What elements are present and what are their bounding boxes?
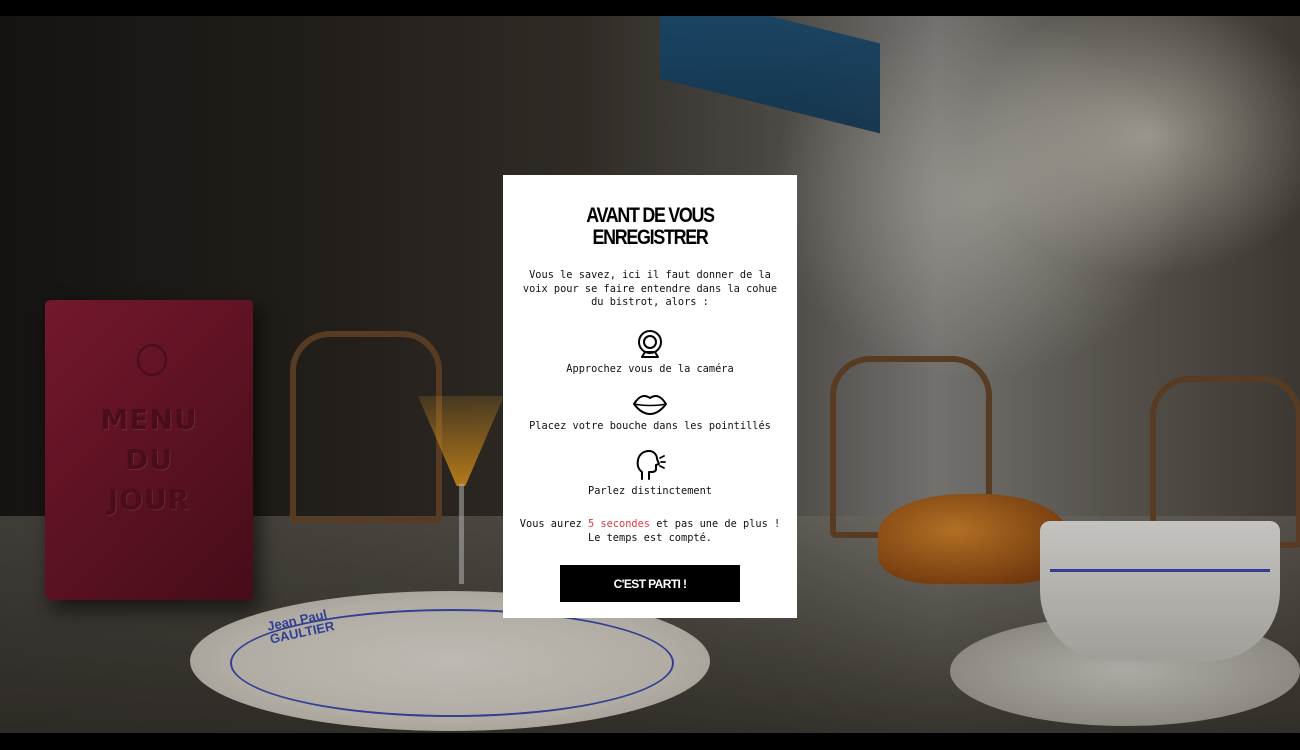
note-text: et pas une de plus !: [650, 518, 781, 530]
recording-instructions-modal: AVANT DE VOUS ENREGISTRER Vous le savez,…: [503, 175, 797, 618]
lips-icon: [633, 395, 667, 415]
step-label: Approchez vous de la caméra: [566, 363, 734, 375]
note-text: Vous aurez: [519, 518, 588, 530]
speaking-head-icon: [636, 450, 666, 480]
step-label: Placez votre bouche dans les pointillés: [529, 420, 771, 432]
modal-intro-text: Vous le savez, ici il faut donner de la …: [522, 269, 778, 308]
note-highlight-seconds: 5 secondes: [588, 518, 650, 530]
time-limit-note: Vous aurez 5 secondes et pas une de plus…: [513, 518, 787, 545]
step-approach-camera: Approchez vous de la caméra: [503, 329, 797, 376]
webcam-icon: [638, 330, 662, 358]
top-letterbox-bar: [0, 0, 1300, 16]
bottom-letterbox-bar: [0, 733, 1300, 750]
step-place-mouth: Placez votre bouche dans les pointillés: [503, 392, 797, 433]
note-text-line2: Le temps est compté.: [588, 531, 712, 544]
modal-title: AVANT DE VOUS ENREGISTRER: [586, 204, 715, 249]
step-label: Parlez distinctement: [588, 485, 712, 497]
start-button[interactable]: C'EST PARTI !: [560, 565, 740, 602]
step-speak-clearly: Parlez distinctement: [503, 449, 797, 498]
